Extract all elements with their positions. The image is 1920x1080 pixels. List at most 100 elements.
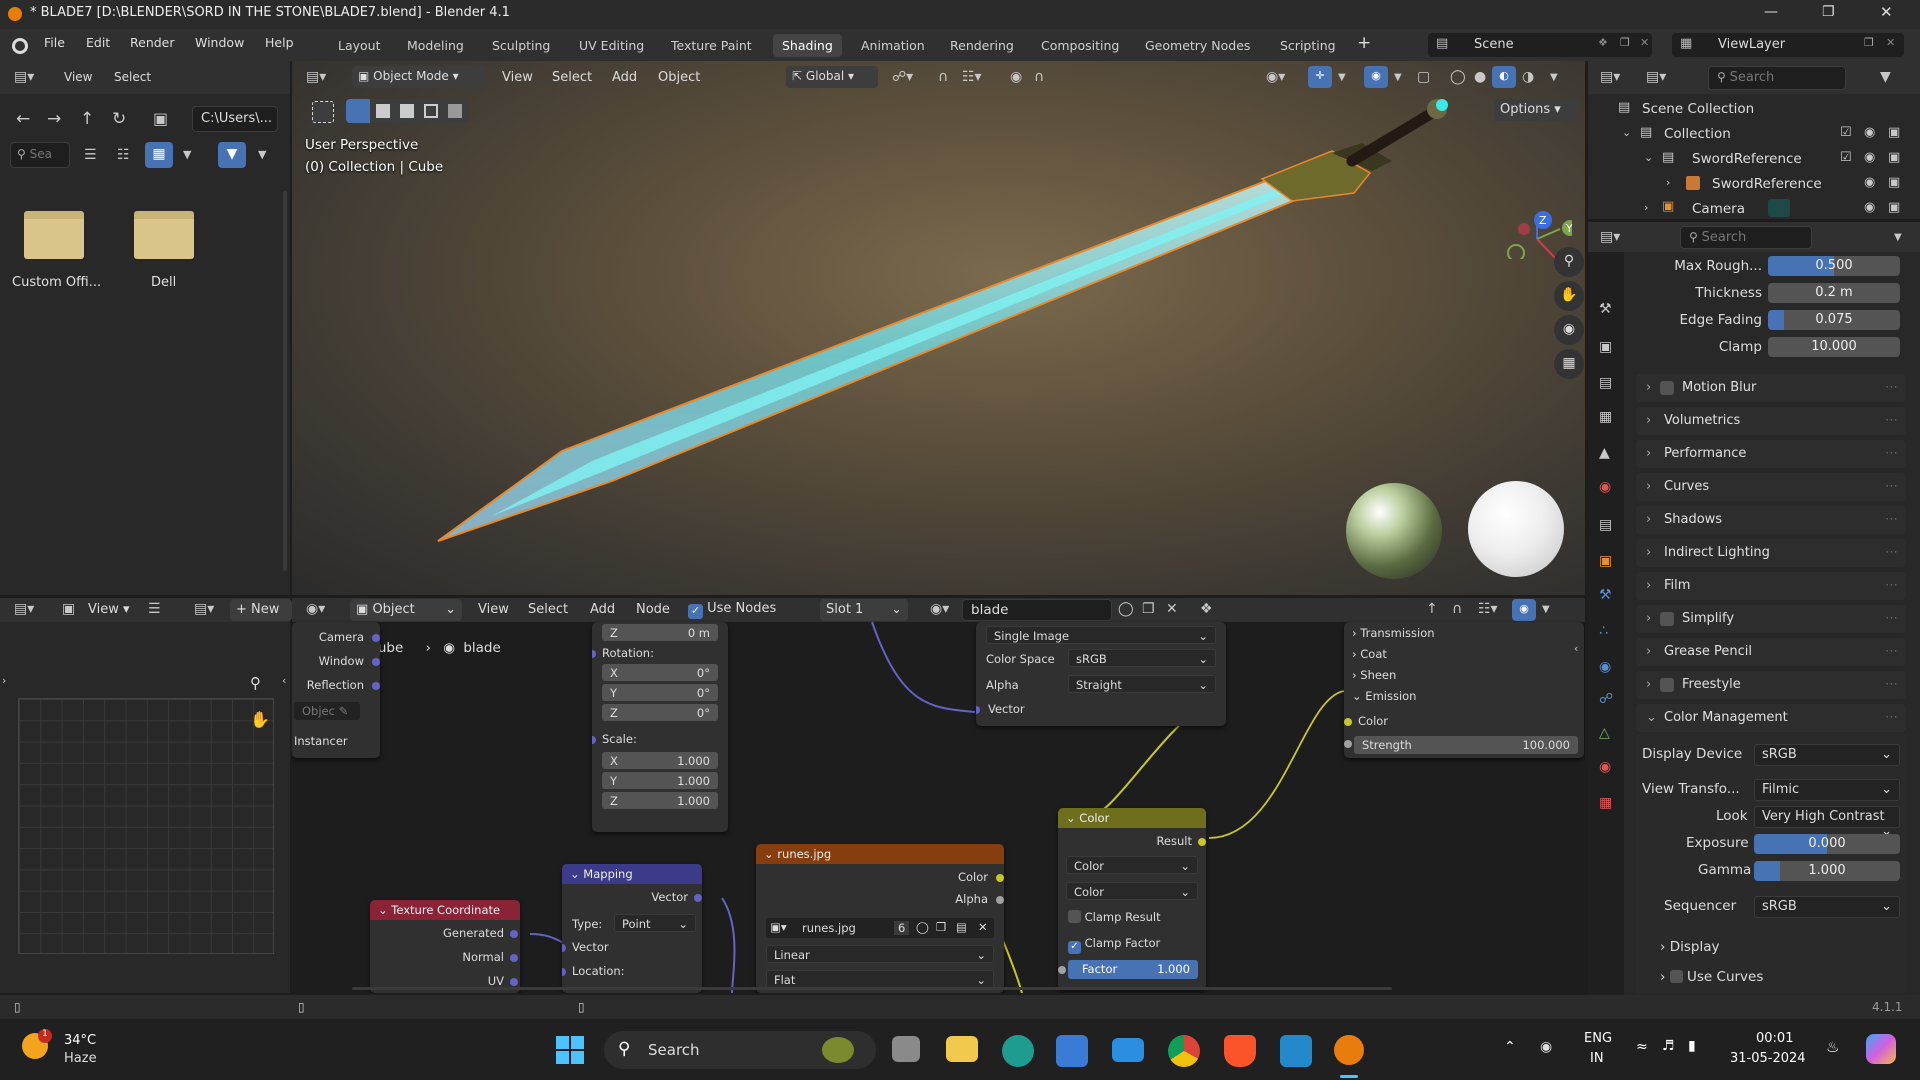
mapping-type-dropdown[interactable]: Point ⌄ — [614, 914, 696, 932]
section-color-management[interactable]: ⌄ Color Management ⋯ — [1636, 704, 1906, 732]
tray-chevron-icon[interactable]: ⌃ — [1504, 1039, 1516, 1055]
tab-texture-paint[interactable]: Texture Paint — [662, 34, 761, 57]
node-partial-bsdf[interactable]: › Transmission › Coat › Sheen ⌄ Emission… — [1344, 622, 1584, 758]
drag-handle-icon[interactable]: ⋯ — [1885, 611, 1898, 626]
expand-chevron-icon[interactable]: ⌄ — [1644, 151, 1653, 165]
tab-shading[interactable]: Shading — [773, 34, 842, 57]
input-lang-line1[interactable]: ENG — [1584, 1031, 1612, 1046]
clock-time[interactable]: 00:01 — [1756, 1031, 1793, 1046]
checkbox-icon[interactable] — [1669, 970, 1683, 983]
node-header[interactable]: ⌄ Texture Coordinate — [370, 900, 520, 920]
rotation-z-field[interactable]: Z 0° — [602, 704, 718, 721]
tab-scripting[interactable]: Scripting — [1271, 34, 1345, 57]
output-tab-icon[interactable]: ▤ — [1599, 376, 1612, 390]
checkbox-icon[interactable]: ☑ — [1840, 126, 1852, 140]
section-indirect-lighting[interactable]: › Indirect Lighting ⋯ — [1636, 539, 1906, 567]
object-picker-field[interactable]: Objec ✎ — [294, 702, 360, 720]
socket[interactable] — [562, 968, 566, 976]
section-curves[interactable]: › Curves ⋯ — [1636, 473, 1906, 501]
socket[interactable] — [372, 682, 380, 690]
use-curves-subpanel[interactable]: › Use Curves — [1660, 969, 1763, 985]
collapse-chevron-icon[interactable]: ⌄ — [570, 867, 580, 881]
fake-user-icon[interactable]: ◯ — [916, 920, 929, 934]
section-film[interactable]: › Film ⋯ — [1636, 572, 1906, 600]
scale-y-field[interactable]: Y 1.000 — [602, 772, 718, 789]
camera-icon[interactable]: ▣ — [1888, 126, 1900, 140]
minimize-icon[interactable]: — — [1764, 4, 1778, 20]
drag-handle-icon[interactable]: ⋯ — [1885, 545, 1898, 560]
expand-chevron-icon[interactable]: › — [1666, 176, 1670, 190]
pin-icon[interactable]: ❖ — [1598, 36, 1608, 49]
view-layer-tab-icon[interactable]: ▦ — [1599, 410, 1612, 424]
drag-handle-icon[interactable]: ⋯ — [1885, 578, 1898, 593]
brave-icon[interactable] — [1224, 1035, 1256, 1067]
clamp-field[interactable]: 10.000 — [1768, 337, 1900, 357]
drag-handle-icon[interactable]: ⋯ — [1885, 380, 1898, 395]
sequencer-dropdown[interactable]: sRGB ⌄ — [1754, 896, 1900, 918]
checkbox-icon[interactable] — [1660, 381, 1674, 395]
options-chevron-icon[interactable]: ▼ — [1894, 231, 1902, 245]
editor-type-icon[interactable]: ▤▾ — [14, 70, 34, 84]
socket[interactable] — [592, 736, 596, 744]
eye-icon[interactable]: ◉ — [1864, 201, 1875, 215]
eye-icon[interactable]: ◉ — [1864, 126, 1875, 140]
node-editor-panel[interactable]: ◉▾ ▣ Object ⌄ View Select Add Node ✓ Use… — [292, 598, 1585, 993]
image-canvas-grid[interactable] — [18, 698, 274, 954]
drag-handle-icon[interactable]: ⋯ — [1885, 677, 1898, 692]
image-projection-dropdown[interactable]: Flat ⌄ — [766, 970, 994, 988]
section-volumetrics[interactable]: › Volumetrics ⋯ — [1636, 407, 1906, 435]
vscode-icon[interactable] — [1280, 1035, 1312, 1067]
node-partial-transform[interactable]: Z0 m Rotation: X 0° Y 0° Z 0° Scale: X 1.000… — [592, 622, 728, 832]
zoom-icon[interactable]: ⚲ — [250, 674, 276, 700]
emission-strength-field[interactable]: Strength 100.000 — [1354, 736, 1578, 754]
rotation-x-field[interactable]: X 0° — [602, 664, 718, 681]
eye-icon[interactable]: ◉ — [1864, 176, 1875, 190]
new-viewlayer-icon[interactable]: ❐ — [1864, 36, 1874, 49]
node-header[interactable]: ⌄ Mapping — [562, 864, 702, 884]
back-arrow-icon[interactable]: ← — [16, 111, 30, 128]
clock-date[interactable]: 31-05-2024 — [1730, 1051, 1806, 1066]
input-lang-line2[interactable]: IN — [1590, 1051, 1604, 1066]
taskbar-search[interactable]: ⚲ Search — [604, 1031, 876, 1069]
checkbox-icon[interactable] — [1660, 612, 1674, 626]
world-tab-icon[interactable]: ◉ — [1599, 480, 1611, 494]
viewport-3d[interactable]: ▤▾ ▣ Object Mode ▾ View Select Add Objec… — [292, 61, 1585, 595]
copilot-icon[interactable] — [1866, 1034, 1896, 1064]
edge-fading-slider[interactable]: 0.075 — [1768, 310, 1900, 330]
ne-h-scrollbar[interactable] — [352, 987, 1392, 990]
socket[interactable] — [694, 894, 702, 902]
scene-tab-icon[interactable]: ▲ — [1599, 446, 1610, 460]
tray-app-icon[interactable]: ◉ — [1540, 1039, 1552, 1055]
camera-icon[interactable]: ▣ — [1888, 201, 1900, 215]
section-simplify[interactable]: › Simplify ⋯ — [1636, 605, 1906, 633]
filter-icon[interactable]: ▼ — [1880, 70, 1891, 84]
socket[interactable] — [996, 896, 1004, 904]
view-transform-dropdown[interactable]: Filmic ⌄ — [1754, 779, 1900, 801]
blender-taskbar-icon[interactable] — [1334, 1035, 1364, 1065]
node-mapping[interactable]: ⌄ Mapping Vector Type: Point ⌄ Vector Loc… — [562, 864, 702, 993]
gamma-slider[interactable]: 1.000 — [1754, 861, 1900, 881]
pan-hand-icon[interactable]: ✋ — [250, 710, 276, 736]
navigation-gizmo[interactable]: Z Y X — [1492, 149, 1572, 259]
viewlayer-selector[interactable]: ▦ ViewLayer ❐ ✕ — [1672, 33, 1904, 57]
maximize-icon[interactable]: ❐ — [1822, 4, 1835, 20]
exposure-slider[interactable]: 0.000 — [1754, 834, 1900, 854]
file-explorer-icon[interactable] — [946, 1036, 978, 1062]
location-z-field[interactable]: Z0 m — [602, 624, 718, 641]
particles-tab-icon[interactable]: ∴ — [1599, 624, 1608, 638]
texture-tab-icon[interactable]: ▦ — [1599, 796, 1612, 810]
projection-dropdown[interactable]: Single Image ⌄ — [986, 626, 1216, 644]
node-partial-image[interactable]: Single Image ⌄ Color Space sRGB ⌄ Alpha St… — [976, 622, 1226, 726]
node-runes-image[interactable]: ⌄ runes.jpg Color Alpha ▣▾ runes.jpg 6 ◯… — [756, 844, 1004, 993]
drag-handle-icon[interactable]: ⋯ — [1885, 479, 1898, 494]
delete-scene-icon[interactable]: ✕ — [1640, 36, 1649, 49]
subpanel-transmission[interactable]: › Transmission — [1352, 626, 1435, 640]
image-mode-icon[interactable]: ▣ — [62, 602, 75, 616]
menu-help[interactable]: Help — [265, 35, 294, 50]
tab-rendering[interactable]: Rendering — [941, 34, 1023, 57]
rotation-y-field[interactable]: Y 0° — [602, 684, 718, 701]
color-space-dropdown[interactable]: sRGB ⌄ — [1068, 649, 1216, 667]
clamp-result-checkbox[interactable]: Clamp Result — [1068, 910, 1161, 924]
unlink-image-icon[interactable]: ✕ — [978, 920, 988, 934]
display-subpanel[interactable]: › Display — [1660, 939, 1719, 955]
